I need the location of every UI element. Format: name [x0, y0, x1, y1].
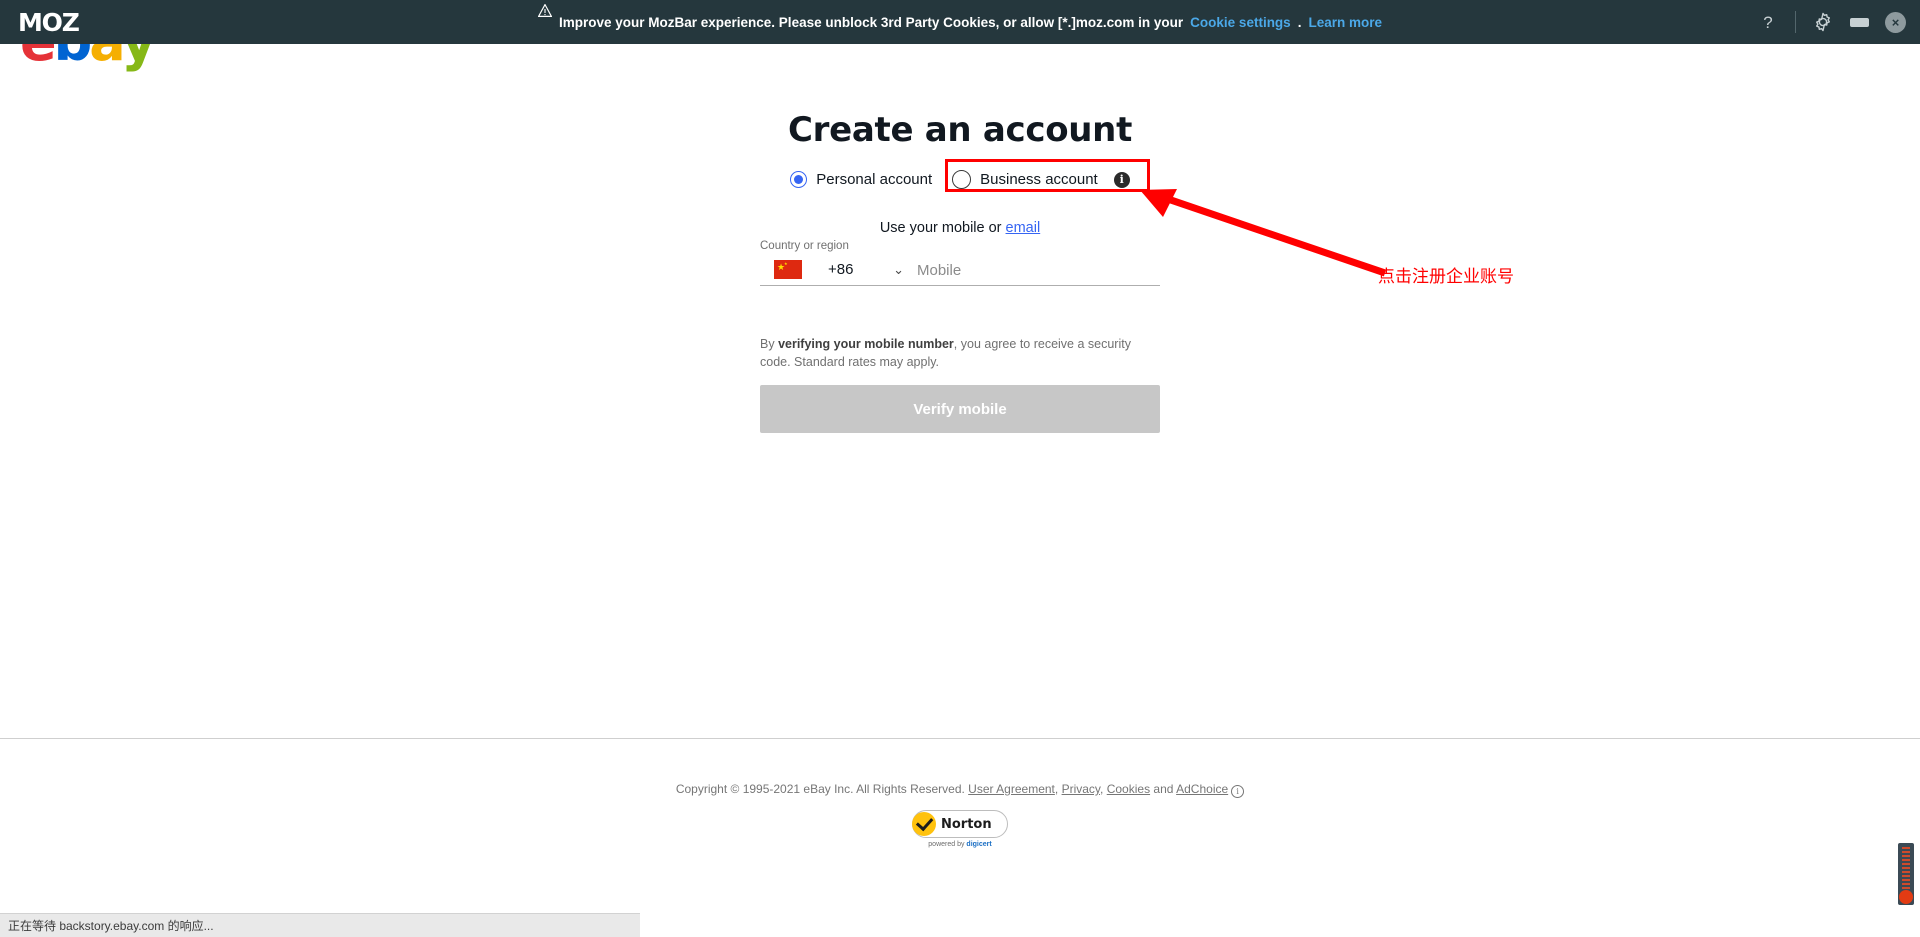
- scrollbar-knob[interactable]: [1899, 890, 1913, 904]
- warning-triangle-icon: [537, 4, 552, 28]
- verify-mobile-button[interactable]: Verify mobile: [760, 385, 1160, 433]
- adchoice-link[interactable]: AdChoice: [1176, 782, 1228, 796]
- phone-field-block: Country or region ★ ★ +86 ⌄: [760, 240, 1160, 286]
- minimize-icon[interactable]: [1850, 17, 1869, 27]
- legal-bold: verifying your mobile number: [778, 337, 954, 351]
- user-agreement-link[interactable]: User Agreement: [968, 782, 1055, 796]
- china-flag-icon: ★ ★: [774, 260, 802, 279]
- page-title: Create an account: [787, 110, 1133, 150]
- personal-account-radio[interactable]: Personal account: [790, 171, 932, 188]
- page-footer: Copyright © 1995-2021 eBay Inc. All Righ…: [0, 782, 1920, 848]
- checkmark-icon: [912, 812, 936, 836]
- privacy-link[interactable]: Privacy: [1062, 782, 1100, 796]
- moz-logo[interactable]: MOZ: [18, 8, 80, 37]
- footer-copyright-text: Copyright © 1995-2021 eBay Inc. All Righ…: [675, 782, 965, 796]
- adchoice-info-icon: i: [1231, 785, 1245, 798]
- learn-more-link[interactable]: Learn more: [1308, 15, 1382, 30]
- mozbar-message-period: .: [1297, 14, 1302, 30]
- country-or-region-label: Country or region: [760, 240, 849, 252]
- status-text: 正在等待 backstory.ebay.com 的响应...: [8, 919, 214, 933]
- use-mobile-text: Use your mobile or: [879, 220, 1002, 236]
- annotation-highlight-box: [945, 159, 1150, 192]
- legal-disclaimer: By verifying your mobile number, you agr…: [760, 335, 1160, 371]
- norton-label: Norton: [941, 816, 992, 832]
- use-mobile-or-email-line: Use your mobile or email: [0, 220, 1920, 236]
- footer-divider: [0, 738, 1920, 739]
- norton-powered-prefix: powered by: [928, 841, 967, 848]
- cookies-link[interactable]: Cookies: [1107, 782, 1150, 796]
- mozbar-message-text: Improve your MozBar experience. Please u…: [558, 14, 1184, 30]
- mozbar-actions: ? ×: [1757, 0, 1906, 44]
- chevron-down-icon[interactable]: ⌄: [893, 263, 904, 276]
- personal-account-radio-dot[interactable]: [790, 171, 808, 188]
- country-select[interactable]: ★ ★ +86 ⌄: [760, 260, 908, 286]
- mozbar-toolbar: MOZ Improve your MozBar experience. Plea…: [0, 0, 1920, 44]
- mobile-input[interactable]: [908, 262, 1160, 286]
- phone-row: ★ ★ +86 ⌄: [760, 260, 1160, 286]
- scrollbar-ticks: [1902, 847, 1910, 889]
- browser-window: ebay Sign in Create an account Personal …: [0, 0, 1920, 937]
- help-icon[interactable]: ?: [1757, 11, 1779, 33]
- norton-powered-by: powered by digicert: [912, 841, 1008, 848]
- footer-copyright-line: Copyright © 1995-2021 eBay Inc. All Righ…: [0, 782, 1920, 798]
- cookie-settings-link[interactable]: Cookie settings: [1190, 15, 1291, 30]
- dial-code-value: +86: [828, 261, 854, 278]
- mozbar-message: Improve your MozBar experience. Please u…: [0, 0, 1920, 44]
- mozbar-divider: [1795, 11, 1796, 33]
- comma-1: ,: [1054, 782, 1059, 796]
- browser-status-bar: 正在等待 backstory.ebay.com 的响应...: [0, 913, 640, 937]
- legal-prefix: By: [760, 337, 779, 351]
- ebay-registration-page: ebay Sign in Create an account Personal …: [0, 0, 1920, 910]
- norton-badge-pill: Norton: [912, 810, 1008, 838]
- scrollbar-thumb[interactable]: [1898, 843, 1914, 905]
- and-word: and: [1153, 782, 1174, 796]
- comma-2: ,: [1100, 782, 1104, 796]
- digicert-label: digicert: [966, 841, 992, 848]
- close-icon[interactable]: ×: [1885, 11, 1906, 33]
- annotation-text: 点击注册企业账号: [1378, 267, 1514, 287]
- gear-icon[interactable]: [1812, 11, 1834, 33]
- personal-account-label: Personal account: [816, 171, 933, 188]
- norton-secured-badge: Norton powered by digicert: [912, 810, 1008, 848]
- email-link[interactable]: email: [1006, 220, 1041, 236]
